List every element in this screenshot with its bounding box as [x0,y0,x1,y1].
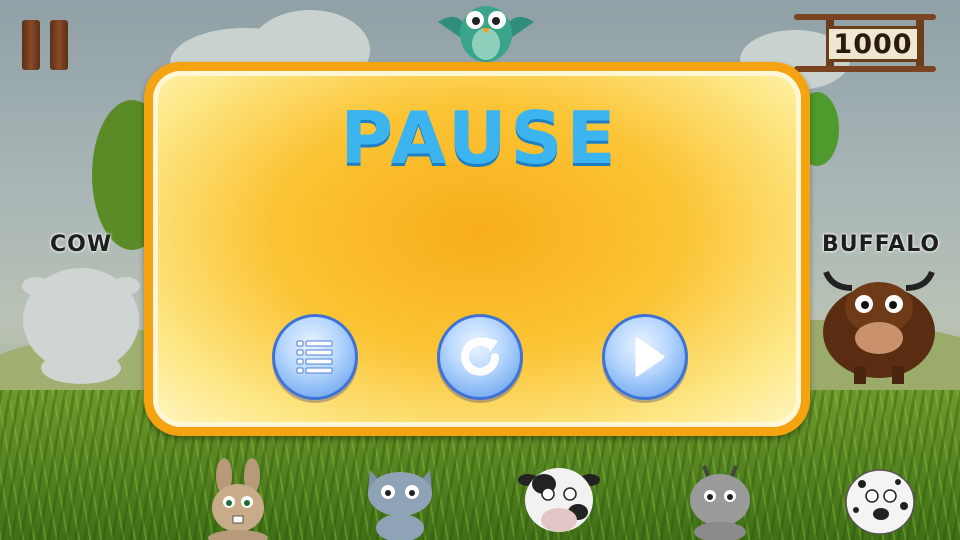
pause-title: PAUSE [340,96,620,180]
dalmatian-animal[interactable] [838,462,922,540]
buffalo-animal[interactable] [814,258,944,388]
pause-bar-icon [22,20,40,70]
target-label-buffalo: BUFFALO [822,232,941,257]
pause-button[interactable] [20,20,70,70]
goat-animal[interactable] [680,460,760,540]
board-beam [794,66,936,72]
restart-icon [461,337,499,376]
rabbit-animal[interactable] [198,458,278,540]
cow-silhouette-target [22,268,140,384]
cat-animal[interactable] [360,460,440,540]
menu-button[interactable] [272,314,358,400]
score-value: 1000 [826,26,920,62]
owl-icon [438,6,534,62]
board-beam [794,14,936,20]
restart-button[interactable] [437,314,523,400]
pause-bar-icon [50,20,68,70]
target-label-cow: COW [50,232,113,257]
cow-animal[interactable] [518,462,600,540]
resume-button[interactable] [602,314,688,400]
menu-list-icon [296,340,333,374]
play-icon [635,337,665,377]
score-board: 1000 [794,14,936,72]
